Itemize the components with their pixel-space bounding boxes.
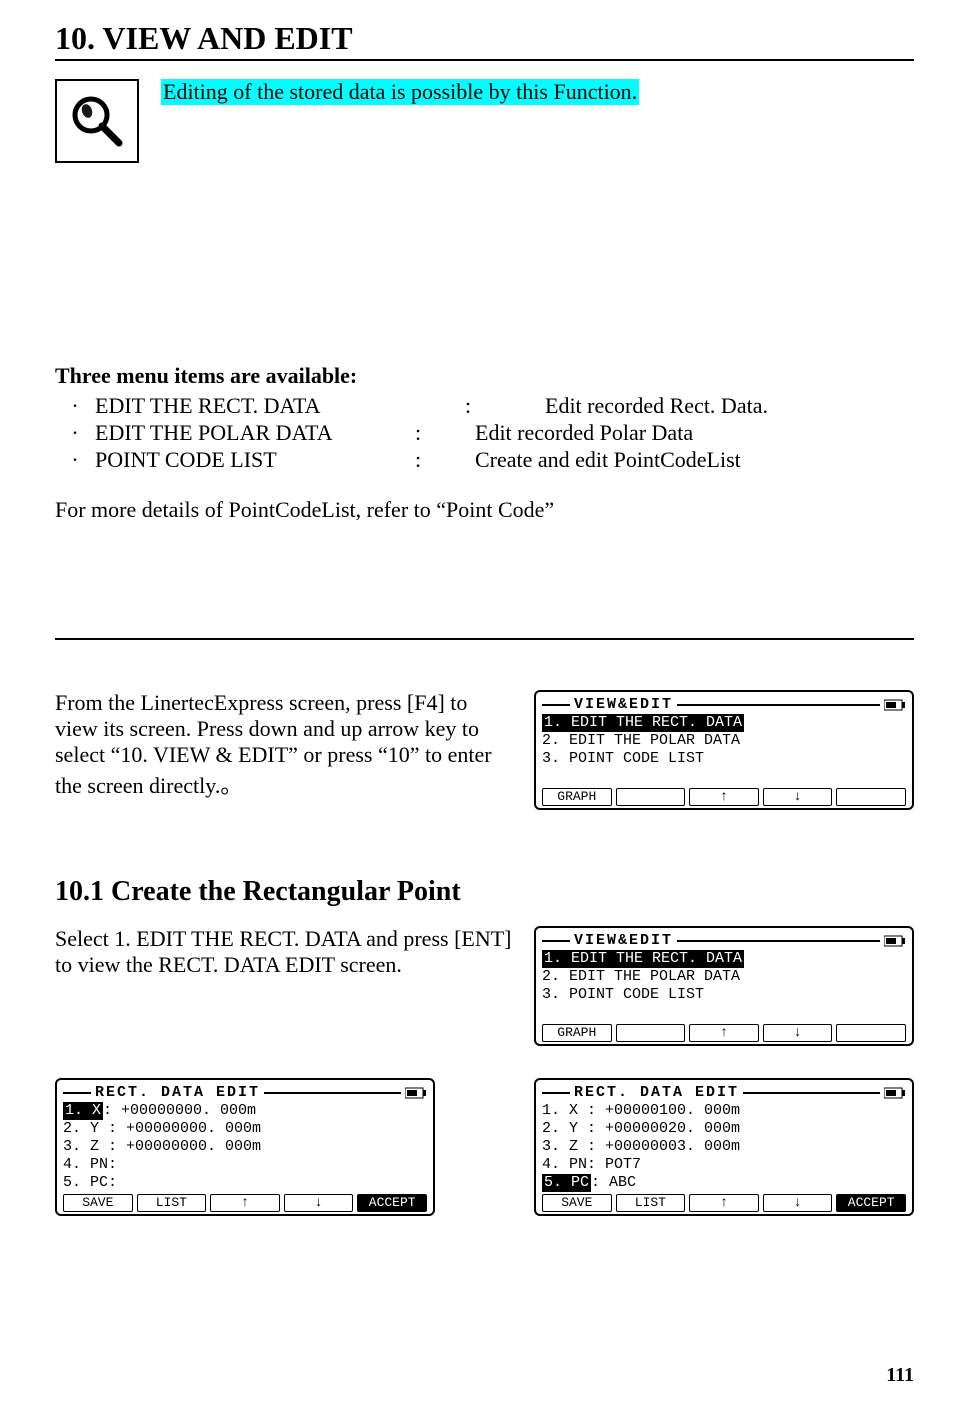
fkey-up[interactable]: ↑ xyxy=(689,1024,759,1042)
fkey-graph[interactable]: GRAPH xyxy=(542,788,612,806)
lcd-rect-data-edit-a: RECT. DATA EDIT 1. X: +00000000. 000m 2.… xyxy=(55,1078,435,1216)
lcd-view-edit-screen: VIEW&EDIT 1. EDIT THE RECT. DATA 2. EDIT… xyxy=(534,690,914,810)
page-number: 111 xyxy=(886,1364,914,1387)
fkey-down[interactable]: ↓ xyxy=(763,1194,833,1212)
list-item[interactable]: 3. POINT CODE LIST xyxy=(542,986,906,1004)
battery-icon xyxy=(884,1087,906,1099)
instruction-paragraph: From the LinertecExpress screen, press [… xyxy=(55,690,514,800)
data-row[interactable]: 3. Z : +00000000. 000m xyxy=(63,1138,427,1156)
menu-item: · POINT CODE LIST : Create and edit Poin… xyxy=(55,447,914,473)
fkey-list[interactable]: LIST xyxy=(616,1194,686,1212)
intro-text: Editing of the stored data is possible b… xyxy=(161,79,639,105)
battery-icon xyxy=(405,1087,427,1099)
data-row[interactable]: 1. X: +00000000. 000m xyxy=(63,1102,427,1120)
battery-icon xyxy=(884,699,906,711)
fkey-blank[interactable] xyxy=(616,1024,686,1042)
lcd-view-edit-screen: VIEW&EDIT 1. EDIT THE RECT. DATA 2. EDIT… xyxy=(534,926,914,1046)
fkey-up[interactable]: ↑ xyxy=(689,788,759,806)
data-row[interactable]: 1. X : +00000100. 000m xyxy=(542,1102,906,1120)
fkey-accept[interactable]: ACCEPT xyxy=(357,1194,427,1212)
list-item[interactable]: 3. POINT CODE LIST xyxy=(542,750,906,768)
fkey-up[interactable]: ↑ xyxy=(210,1194,280,1212)
fkey-accept[interactable]: ACCEPT xyxy=(836,1194,906,1212)
fkey-graph[interactable]: GRAPH xyxy=(542,1024,612,1042)
fkey-save[interactable]: SAVE xyxy=(63,1194,133,1212)
data-row[interactable]: 4. PN: POT7 xyxy=(542,1156,906,1174)
bullet-icon: · xyxy=(55,420,95,446)
list-item[interactable]: 2. EDIT THE POLAR DATA xyxy=(542,968,906,986)
menu-item: · EDIT THE RECT. DATA : Edit recorded Re… xyxy=(55,393,914,419)
data-row[interactable]: 4. PN: xyxy=(63,1156,427,1174)
fkey-blank[interactable] xyxy=(836,788,906,806)
fkey-down[interactable]: ↓ xyxy=(763,788,833,806)
magnifier-icon xyxy=(55,79,139,163)
data-row[interactable]: 3. Z : +00000003. 000m xyxy=(542,1138,906,1156)
menu-heading: Three menu items are available: xyxy=(55,363,914,389)
list-item[interactable]: 1. EDIT THE RECT. DATA xyxy=(542,950,906,968)
data-row[interactable]: 2. Y : +00000020. 000m xyxy=(542,1120,906,1138)
instruction-paragraph: Select 1. EDIT THE RECT. DATA and press … xyxy=(55,926,514,978)
fkey-down[interactable]: ↓ xyxy=(763,1024,833,1042)
data-row[interactable]: 5. PC: xyxy=(63,1174,427,1192)
data-row[interactable]: 5. PC: ABC xyxy=(542,1174,906,1192)
fkey-save[interactable]: SAVE xyxy=(542,1194,612,1212)
section-heading: 10.1 Create the Rectangular Point xyxy=(55,876,914,908)
fkey-list[interactable]: LIST xyxy=(137,1194,207,1212)
divider xyxy=(55,638,914,640)
menu-item: · EDIT THE POLAR DATA : Edit recorded Po… xyxy=(55,420,914,446)
fkey-down[interactable]: ↓ xyxy=(284,1194,354,1212)
data-row[interactable]: 2. Y : +00000000. 000m xyxy=(63,1120,427,1138)
bullet-icon: · xyxy=(55,447,95,473)
more-details-text: For more details of PointCodeList, refer… xyxy=(55,497,914,523)
fkey-blank[interactable] xyxy=(836,1024,906,1042)
list-item[interactable]: 2. EDIT THE POLAR DATA xyxy=(542,732,906,750)
fkey-up[interactable]: ↑ xyxy=(689,1194,759,1212)
battery-icon xyxy=(884,935,906,947)
lcd-rect-data-edit-b: RECT. DATA EDIT 1. X : +00000100. 000m 2… xyxy=(534,1078,914,1216)
list-item[interactable]: 1. EDIT THE RECT. DATA xyxy=(542,714,906,732)
page-title: 10. VIEW AND EDIT xyxy=(55,20,914,61)
fkey-blank[interactable] xyxy=(616,788,686,806)
bullet-icon: · xyxy=(55,393,95,419)
